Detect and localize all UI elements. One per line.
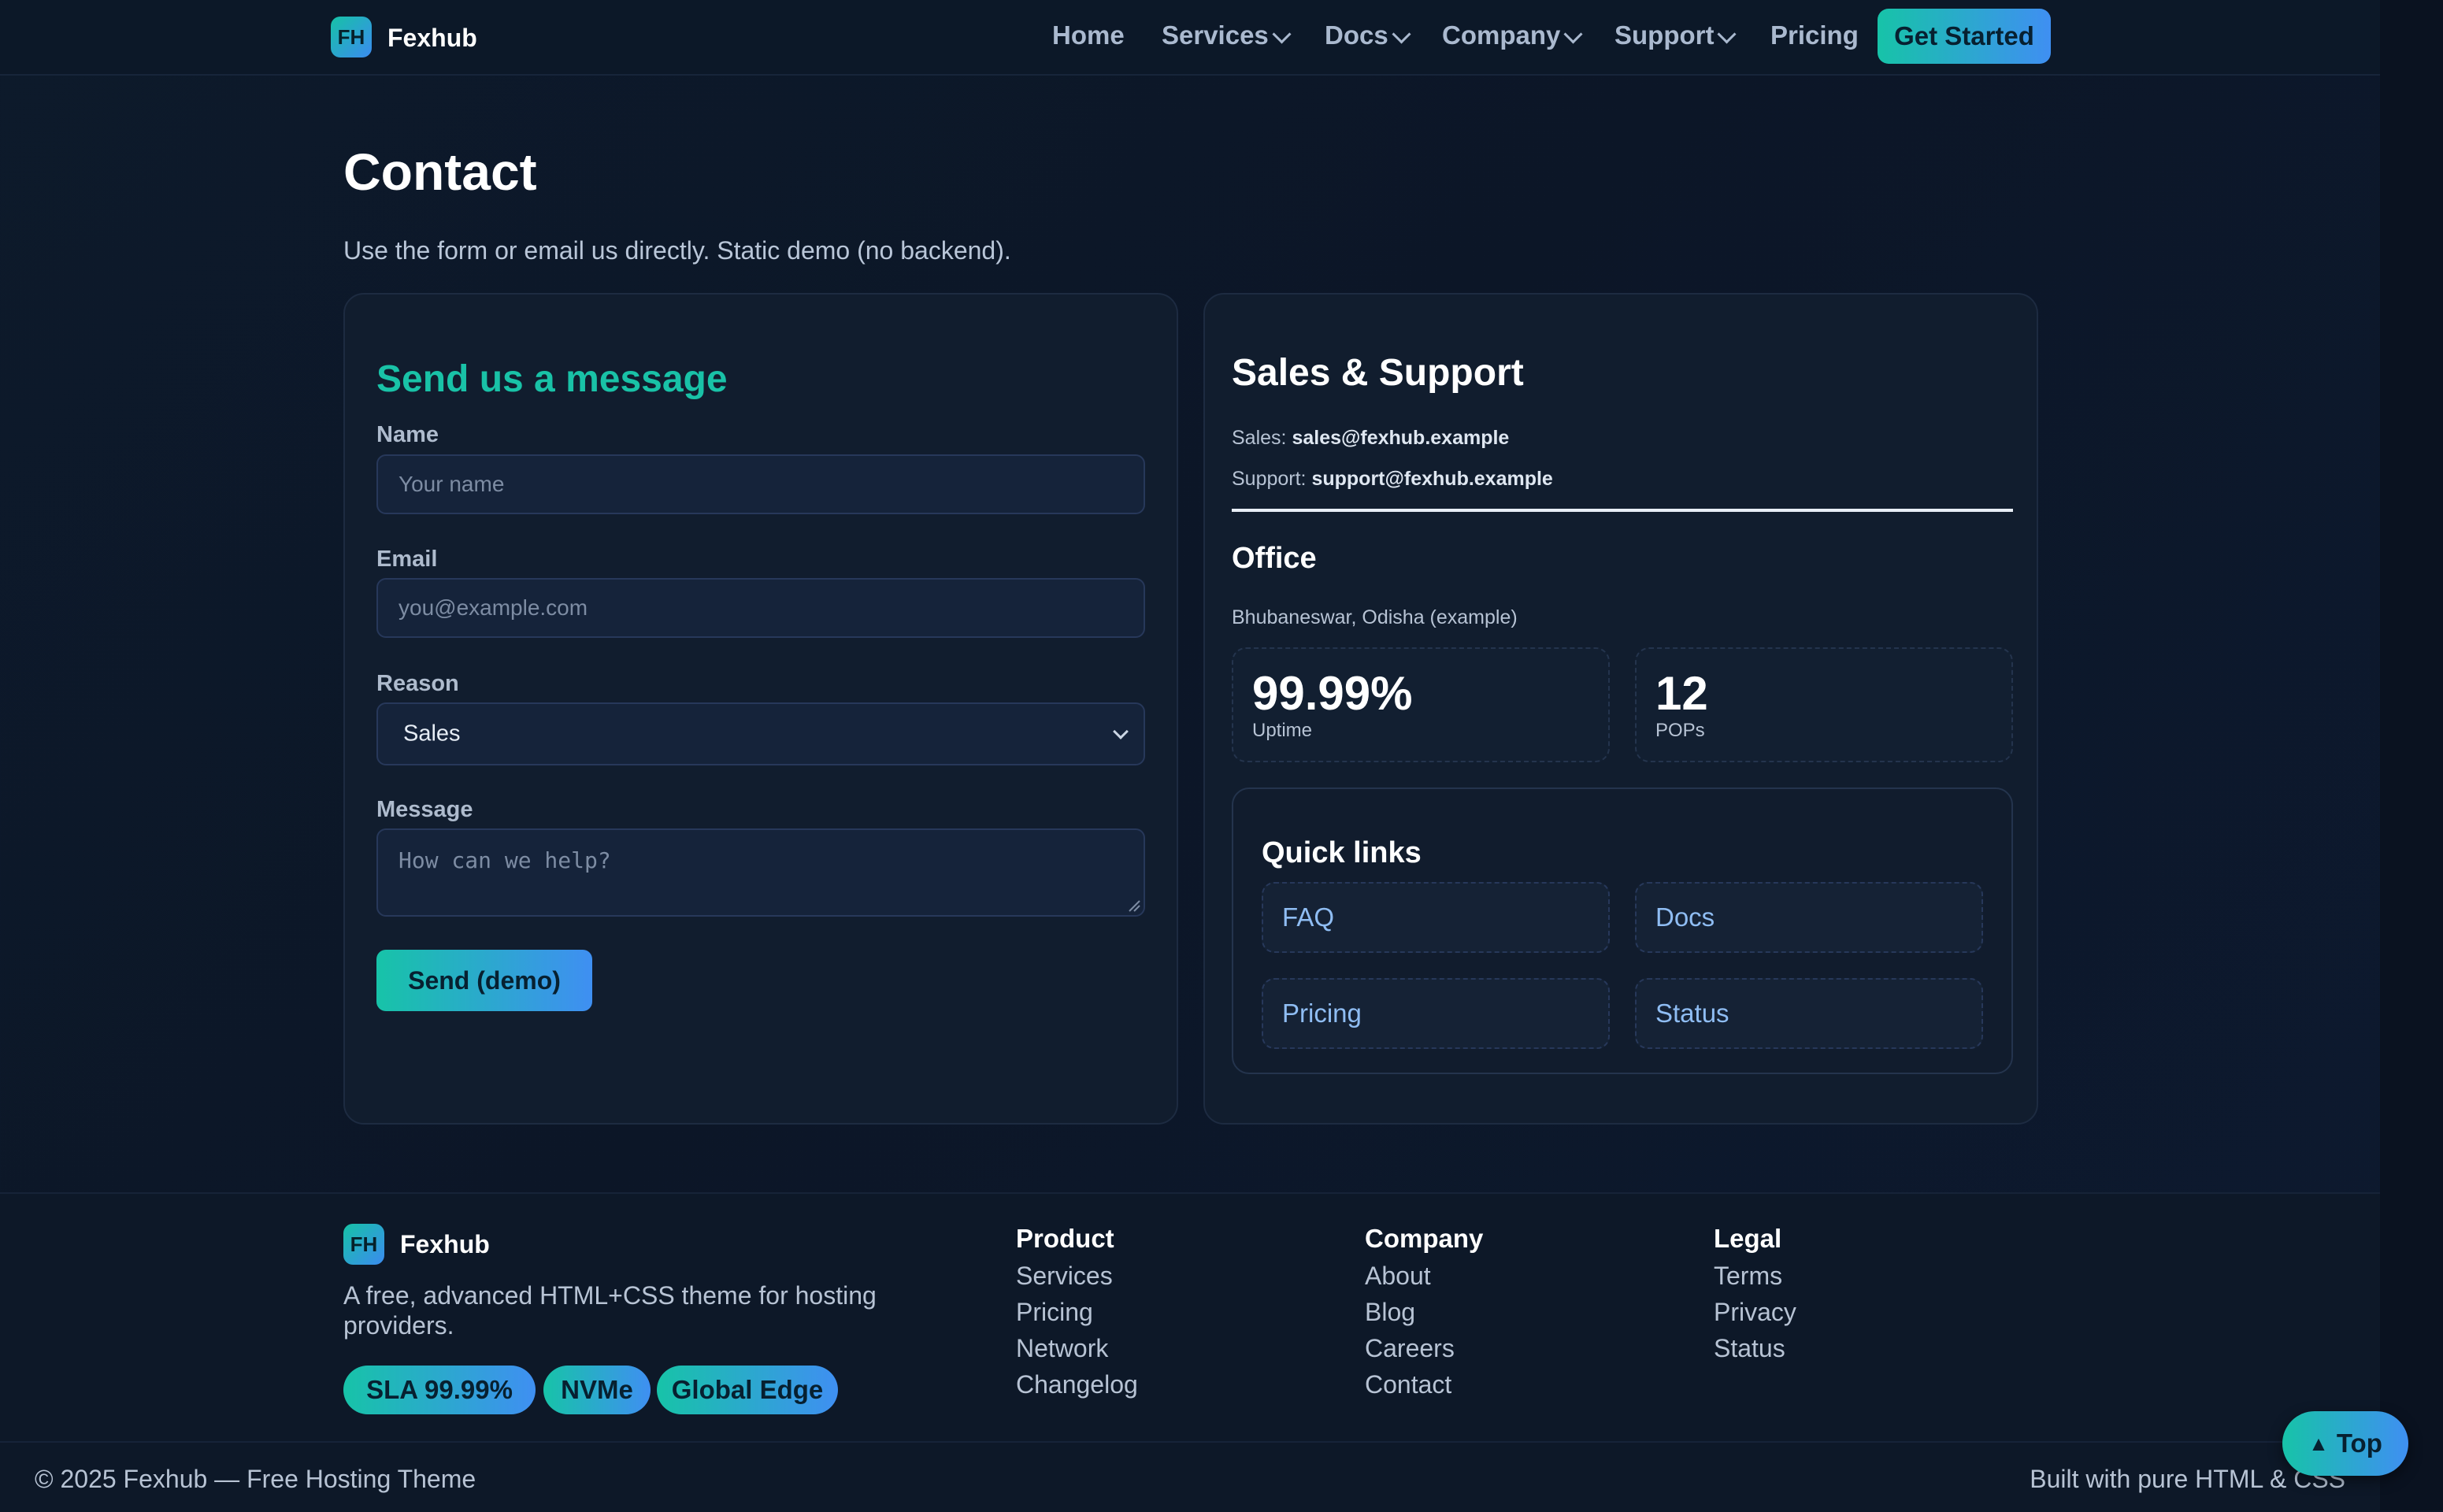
sales-support-title: Sales & Support [1232,352,1524,394]
back-to-top-label: Top [2336,1429,2382,1458]
footer-link-blog[interactable]: Blog [1365,1298,1415,1327]
message-textarea[interactable]: How can we help? [376,828,1145,917]
footer-link-about[interactable]: About [1365,1262,1431,1291]
stat-value: 99.99% [1252,667,1413,720]
badge-nvme: NVMe [543,1366,651,1414]
contact-form-card: Send us a message Name Your name Email y… [343,293,1178,1125]
form-title: Send us a message [376,358,728,400]
email-label: Email [376,547,438,572]
footer-link-privacy[interactable]: Privacy [1714,1298,1796,1327]
office-title: Office [1232,542,1317,575]
support-email[interactable]: support@fexhub.example [1311,468,1552,490]
quick-link-pricing[interactable]: Pricing [1262,978,1610,1049]
footer-link-careers[interactable]: Careers [1365,1334,1455,1363]
footer-col-heading-legal: Legal [1714,1224,1782,1253]
quick-link-label: FAQ [1282,902,1335,932]
divider [1232,509,2013,512]
footer-link-changelog[interactable]: Changelog [1016,1370,1138,1399]
footer-link-network[interactable]: Network [1016,1334,1108,1363]
nav-home[interactable]: Home [1052,20,1125,50]
logo-icon[interactable]: FH [331,17,372,57]
footer-description: A free, advanced HTML+CSS theme for host… [343,1281,877,1340]
nav-docs[interactable]: Docs [1325,20,1411,50]
sales-line: Sales: sales@fexhub.example [1232,427,1509,450]
email-placeholder: you@example.com [399,595,588,620]
office-location: Bhubaneswar, Odisha (example) [1232,606,1518,628]
quick-link-label: Docs [1655,902,1715,932]
brand-name[interactable]: Fexhub [387,24,477,53]
footer-link-pricing[interactable]: Pricing [1016,1298,1093,1327]
quick-link-status[interactable]: Status [1635,978,1983,1049]
name-placeholder: Your name [399,472,505,496]
footer-link-contact[interactable]: Contact [1365,1370,1451,1399]
reason-selected-value: Sales [403,721,461,747]
send-button[interactable]: Send (demo) [376,950,592,1011]
resize-handle-icon[interactable] [1128,899,1140,912]
quick-link-label: Pricing [1282,999,1362,1028]
nav-support-label: Support [1614,20,1715,50]
quick-links-panel: Quick links FAQ Docs Pricing Status [1232,788,2013,1074]
stat-value: 12 [1655,667,1708,720]
chevron-down-icon [1272,24,1292,44]
site-footer: FH Fexhub A free, advanced HTML+CSS them… [0,1192,2380,1443]
bottom-bar: © 2025 Fexhub — Free Hosting Theme Built… [0,1441,2380,1512]
arrow-up-icon: ▲ [2308,1431,2329,1455]
nav-company[interactable]: Company [1442,20,1583,50]
name-input[interactable]: Your name [376,454,1145,514]
reason-select[interactable]: Sales [376,702,1145,765]
message-label: Message [376,797,473,822]
message-placeholder: How can we help? [399,847,611,873]
stat-uptime: 99.99% Uptime [1232,647,1610,762]
get-started-button[interactable]: Get Started [1878,9,2051,64]
footer-link-services[interactable]: Services [1016,1262,1113,1291]
stat-caption: Uptime [1252,720,1313,741]
footer-logo-icon[interactable]: FH [343,1224,384,1265]
quick-links-title: Quick links [1262,836,1422,869]
nav-pricing[interactable]: Pricing [1770,20,1859,50]
nav-pricing-label: Pricing [1770,20,1859,50]
email-input[interactable]: you@example.com [376,578,1145,638]
nav-services[interactable]: Services [1162,20,1292,50]
name-label: Name [376,422,439,447]
copyright-text: © 2025 Fexhub — Free Hosting Theme [35,1465,476,1493]
footer-link-status[interactable]: Status [1714,1334,1785,1363]
support-line: Support: support@fexhub.example [1232,468,1553,491]
quick-link-faq[interactable]: FAQ [1262,882,1610,953]
badge-sla: SLA 99.99% [343,1366,536,1414]
back-to-top-button[interactable]: ▲ Top [2282,1411,2408,1476]
footer-col-heading-product: Product [1016,1224,1114,1253]
chevron-down-icon [1392,24,1411,44]
quick-link-docs[interactable]: Docs [1635,882,1983,953]
nav-services-label: Services [1162,20,1269,50]
support-label: Support: [1232,468,1307,490]
page-title: Contact [343,143,537,201]
reason-label: Reason [376,671,459,696]
quick-link-label: Status [1655,999,1729,1028]
nav-docs-label: Docs [1325,20,1388,50]
chevron-down-icon [1563,24,1583,44]
footer-col-heading-company: Company [1365,1224,1484,1253]
footer-brand-name[interactable]: Fexhub [400,1230,490,1259]
sales-label: Sales: [1232,427,1287,449]
nav-home-label: Home [1052,20,1125,50]
nav-support[interactable]: Support [1614,20,1737,50]
stat-caption: POPs [1655,720,1705,741]
badge-global-edge: Global Edge [657,1366,838,1414]
nav-company-label: Company [1442,20,1561,50]
footer-link-terms[interactable]: Terms [1714,1262,1782,1291]
page-subtitle: Use the form or email us directly. Stati… [343,236,1011,265]
contact-info-card: Sales & Support Sales: sales@fexhub.exam… [1203,293,2038,1125]
page-edge-strip [2380,0,2443,1510]
top-navbar: FH Fexhub Home Services Docs Company Sup… [0,0,2380,76]
stat-pops: 12 POPs [1635,647,2013,762]
chevron-down-icon [1113,724,1129,739]
sales-email[interactable]: sales@fexhub.example [1292,427,1509,449]
chevron-down-icon [1717,24,1737,44]
